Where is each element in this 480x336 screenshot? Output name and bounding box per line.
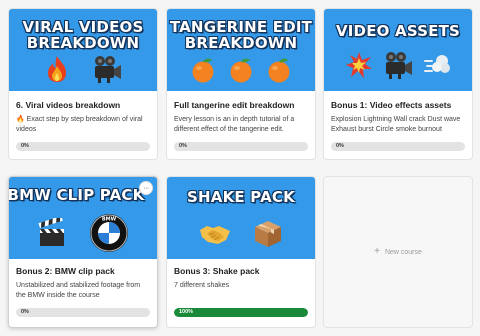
plus-icon: + <box>374 246 380 257</box>
course-card[interactable]: SHAKE PACK Bonus 3: Shake pack 7 differe… <box>166 176 316 328</box>
movie-camera-icon <box>386 52 412 79</box>
course-description: 🔥 Exact step by step breakdown of viral … <box>16 116 143 133</box>
course-description: Unstabilized and stabilized footage from… <box>16 282 141 299</box>
thumbnail-title: TANGERINE EDIT BREAKDOWN <box>169 18 313 52</box>
course-description: Explosion Lightning Wall crack Dust wave… <box>331 116 461 133</box>
progress-bar: 0% <box>331 142 465 151</box>
tangerine-icon <box>192 58 214 83</box>
progress-label: 0% <box>179 143 187 149</box>
progress-label: 0% <box>21 309 29 315</box>
course-card[interactable]: VIDEO ASSETS Bonus 1: Video effects asse… <box>323 8 473 160</box>
bmw-logo-icon: BMW <box>90 214 128 252</box>
course-description: 7 different shakes <box>174 282 230 289</box>
thumbnail-title: SHAKE PACK <box>187 188 295 206</box>
dash-smoke-icon <box>424 55 450 73</box>
course-thumbnail[interactable]: SHAKE PACK <box>167 177 315 259</box>
thumbnail-title: VIRAL VIDEOS BREAKDOWN <box>22 18 144 52</box>
course-title: Bonus 2: BMW clip pack <box>16 266 115 276</box>
progress-bar: 100% <box>174 308 308 317</box>
movie-camera-icon <box>95 56 121 83</box>
fire-icon <box>48 56 66 82</box>
course-title: Bonus 1: Video effects assets <box>331 100 452 110</box>
course-card[interactable]: VIRAL VIDEOS BREAKDOWN 6. Viral videos b… <box>8 8 158 160</box>
tangerine-icon <box>230 58 252 83</box>
package-icon <box>255 221 281 247</box>
tangerine-icon <box>268 58 290 83</box>
course-thumbnail[interactable]: TANGERINE EDIT BREAKDOWN <box>167 9 315 91</box>
progress-bar: 0% <box>16 142 150 151</box>
progress-label: 100% <box>179 309 194 315</box>
course-title: Bonus 3: Shake pack <box>174 266 260 276</box>
course-card[interactable]: TANGERINE EDIT BREAKDOWN Full tangerine … <box>166 8 316 160</box>
course-title: 6. Viral videos breakdown <box>16 100 121 110</box>
progress-bar: 0% <box>174 142 308 151</box>
more-options-button[interactable]: ··· <box>139 181 153 195</box>
progress-label: 0% <box>21 143 29 149</box>
progress-fill <box>174 308 308 317</box>
handshake-icon <box>200 226 230 244</box>
course-description: Every lesson is an in depth tutorial of … <box>174 116 295 133</box>
progress-bar: 0% <box>16 308 150 317</box>
thumbnail-title: BMW CLIP PACK <box>9 186 145 204</box>
course-thumbnail[interactable]: VIDEO ASSETS <box>324 9 472 91</box>
new-course-button[interactable]: + New course <box>323 176 473 328</box>
new-course-label: New course <box>384 248 422 256</box>
course-thumbnail[interactable]: BMW CLIP PACK BMW ··· <box>9 177 157 259</box>
clapper-board-icon <box>38 218 64 246</box>
course-thumbnail[interactable]: VIRAL VIDEOS BREAKDOWN <box>9 9 157 91</box>
progress-label: 0% <box>336 143 344 149</box>
course-title: Full tangerine edit breakdown <box>174 100 295 110</box>
thumbnail-title: VIDEO ASSETS <box>335 22 461 40</box>
course-card[interactable]: BMW CLIP PACK BMW ··· Bonus 2: BMW clip … <box>8 176 158 328</box>
bmw-logo-text: BMW <box>102 216 117 222</box>
collision-icon <box>346 52 372 78</box>
